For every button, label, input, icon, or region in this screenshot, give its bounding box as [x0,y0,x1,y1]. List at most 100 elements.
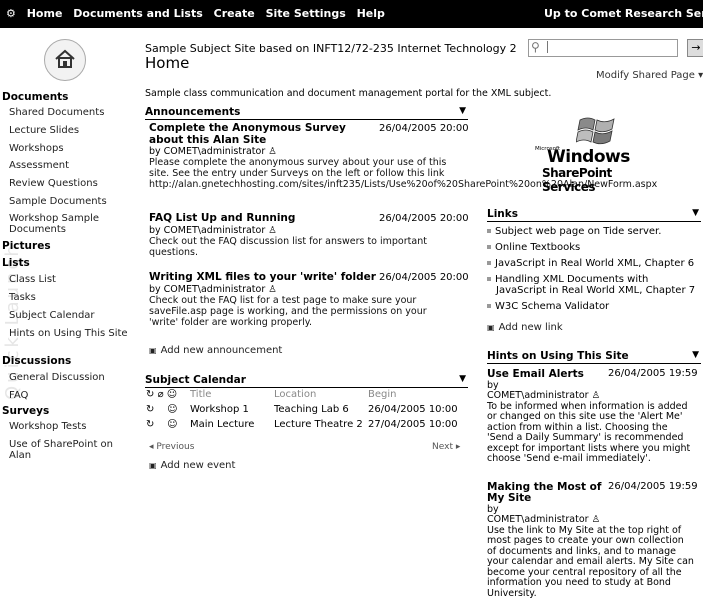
list-item[interactable]: Online Textbooks [487,242,701,253]
calendar-event-title[interactable]: Workshop 1 [188,402,272,417]
add-new-link-label[interactable]: Add new link [499,322,563,333]
hint-date: 26/04/2005 19:59 [608,368,698,379]
ql-item-faq[interactable]: FAQ [9,390,133,401]
calendar-previous-link[interactable]: ◂ Previous [149,442,194,452]
search-box[interactable]: ⚲ [528,39,678,57]
calendar-event-location: Lecture Theatre 2 [274,419,363,430]
up-to-parent-link[interactable]: Up to Comet Research Server [544,7,703,20]
hint-author-line: COMET\administrator ♙ [487,514,701,526]
topnav-home[interactable]: Home [27,7,63,20]
calendar-col-location[interactable]: Location [272,387,366,402]
webpart-menu-arrow-icon[interactable]: ▼ [459,374,466,384]
list-item[interactable]: Subject web page on Tide server. [487,226,701,237]
link-text[interactable]: W3C Schema Validator [495,301,609,312]
ql-item-assessment[interactable]: Assessment [9,160,133,171]
list-item[interactable]: Handling XML Documents with JavaScript i… [487,274,701,296]
add-new-link-link[interactable]: ▣ Add new link [487,322,563,333]
hints-title-label[interactable]: Hints on Using This Site [487,350,629,362]
calendar-table: ↻ ⌀ ☺ Title Location Begin ↻ ☺ Workshop … [144,387,460,432]
calendar-col-title[interactable]: Title [188,387,272,402]
ql-item-workshop-tests[interactable]: Workshop Tests [9,421,133,432]
link-text[interactable]: Subject web page on Tide server. [495,226,661,237]
list-item[interactable]: W3C Schema Validator [487,301,701,312]
hint-title[interactable]: Use Email Alerts [487,369,605,380]
link-text[interactable]: Online Textbooks [495,242,580,253]
links-title-label[interactable]: Links [487,208,518,220]
hint-body: To be informed when information is added… [487,400,691,464]
ql-item-lecture-slides[interactable]: Lecture Slides [9,125,133,136]
calendar-next-link[interactable]: Next ▸ [432,442,460,452]
announcements-title[interactable]: Announcements ▼ [145,106,468,120]
people-icon: ☺ [166,389,178,400]
site-name: Sample Subject Site based on INFT12/72-2… [145,42,517,55]
topnav-documents-and-lists[interactable]: Documents and Lists [73,7,203,20]
bullet-icon: ▣ [149,461,157,470]
bullet-icon [487,245,491,249]
ql-item-workshop-sample-documents[interactable]: Workshop Sample Documents [9,213,127,235]
user-icon: ♙ [591,390,601,401]
hint-author[interactable]: COMET\administrator [487,514,589,525]
ql-item-use-of-sharepoint[interactable]: Use of SharePoint on Alan [9,439,117,461]
search-go-button[interactable]: → [687,39,703,57]
home-icon[interactable] [44,39,86,81]
ql-item-tasks[interactable]: Tasks [9,292,133,303]
ql-item-sample-documents[interactable]: Sample Documents [9,196,133,207]
modify-shared-page-menu[interactable]: Modify Shared Page ▾ [596,70,703,81]
list-item[interactable]: JavaScript in Real World XML, Chapter 6 [487,258,701,269]
ql-head-documents[interactable]: Documents [2,91,68,103]
announcements-title-label[interactable]: Announcements [145,106,240,118]
webpart-menu-arrow-icon[interactable]: ▼ [692,350,699,360]
windows-sharepoint-services-logo: Microsoft Windows SharePoint Services [531,114,661,194]
link-text[interactable]: JavaScript in Real World XML, Chapter 6 [495,258,694,269]
bullet-icon [487,304,491,308]
announcement-author[interactable]: by COMET\administrator [149,146,265,157]
calendar-event-title[interactable]: Main Lecture [188,417,272,432]
hint-body: Use the link to My Site at the top right… [487,524,694,599]
ql-head-lists[interactable]: Lists [2,257,30,269]
ql-item-class-list[interactable]: Class List [9,274,133,285]
topnav-help[interactable]: Help [357,7,385,20]
logo-sharepoint-services: SharePoint Services [542,166,612,194]
topnav-site-settings[interactable]: Site Settings [266,7,346,20]
search-input[interactable] [547,41,676,53]
calendar-title[interactable]: Subject Calendar ▼ [145,374,468,388]
announcement-body: Check out the FAQ discussion list for an… [149,235,427,258]
announcement-author[interactable]: by COMET\administrator [149,225,265,236]
announcement-title[interactable]: Complete the Anonymous Survey about this… [149,122,377,146]
hints-title[interactable]: Hints on Using This Site ▼ [487,350,701,364]
add-new-announcement-label[interactable]: Add new announcement [161,345,283,356]
ql-item-review-questions[interactable]: Review Questions [9,178,133,189]
ql-head-pictures[interactable]: Pictures [2,240,51,252]
ql-item-workshops[interactable]: Workshops [9,143,133,154]
add-new-event-label[interactable]: Add new event [161,460,236,471]
bullet-icon [487,229,491,233]
calendar-title-label[interactable]: Subject Calendar [145,374,246,386]
ql-item-shared-documents[interactable]: Shared Documents [9,107,133,118]
announcement-title[interactable]: Writing XML files to your 'write' folder [149,271,377,284]
webpart-menu-arrow-icon[interactable]: ▼ [692,208,699,218]
hint-title[interactable]: Making the Most of My Site [487,482,605,504]
calendar-col-begin[interactable]: Begin [366,387,460,402]
ql-item-general-discussion[interactable]: General Discussion [9,372,133,383]
hint-author[interactable]: COMET\administrator [487,390,589,401]
ql-head-surveys[interactable]: Surveys [2,405,49,417]
announcement-title[interactable]: FAQ List Up and Running [149,212,377,225]
ql-head-discussions[interactable]: Discussions [2,355,71,367]
user-icon: ♙ [591,514,601,525]
add-new-event-link[interactable]: ▣ Add new event [149,460,235,471]
sharepoint-spider-icon: ⚙ [6,7,16,20]
topnav-create[interactable]: Create [214,7,255,20]
announcement-author[interactable]: by COMET\administrator [149,284,265,295]
top-nav: ⚙ Home Documents and Lists Create Site S… [6,7,392,20]
add-new-announcement-link[interactable]: ▣ Add new announcement [149,345,282,356]
calendar-event-begin: 26/04/2005 10:00 [368,404,458,415]
webpart-menu-arrow-icon[interactable]: ▼ [459,106,466,116]
announcement-body: Please complete the anonymous survey abo… [149,157,658,190]
user-icon: ♙ [268,283,277,295]
ql-item-hints[interactable]: Hints on Using This Site [9,328,131,339]
link-text[interactable]: Handling XML Documents with JavaScript i… [495,274,695,296]
announcement-item: FAQ List Up and Running 26/04/2005 20:00… [149,212,469,258]
user-icon: ♙ [268,224,277,236]
links-title[interactable]: Links ▼ [487,208,701,222]
ql-item-subject-calendar[interactable]: Subject Calendar [9,310,133,321]
